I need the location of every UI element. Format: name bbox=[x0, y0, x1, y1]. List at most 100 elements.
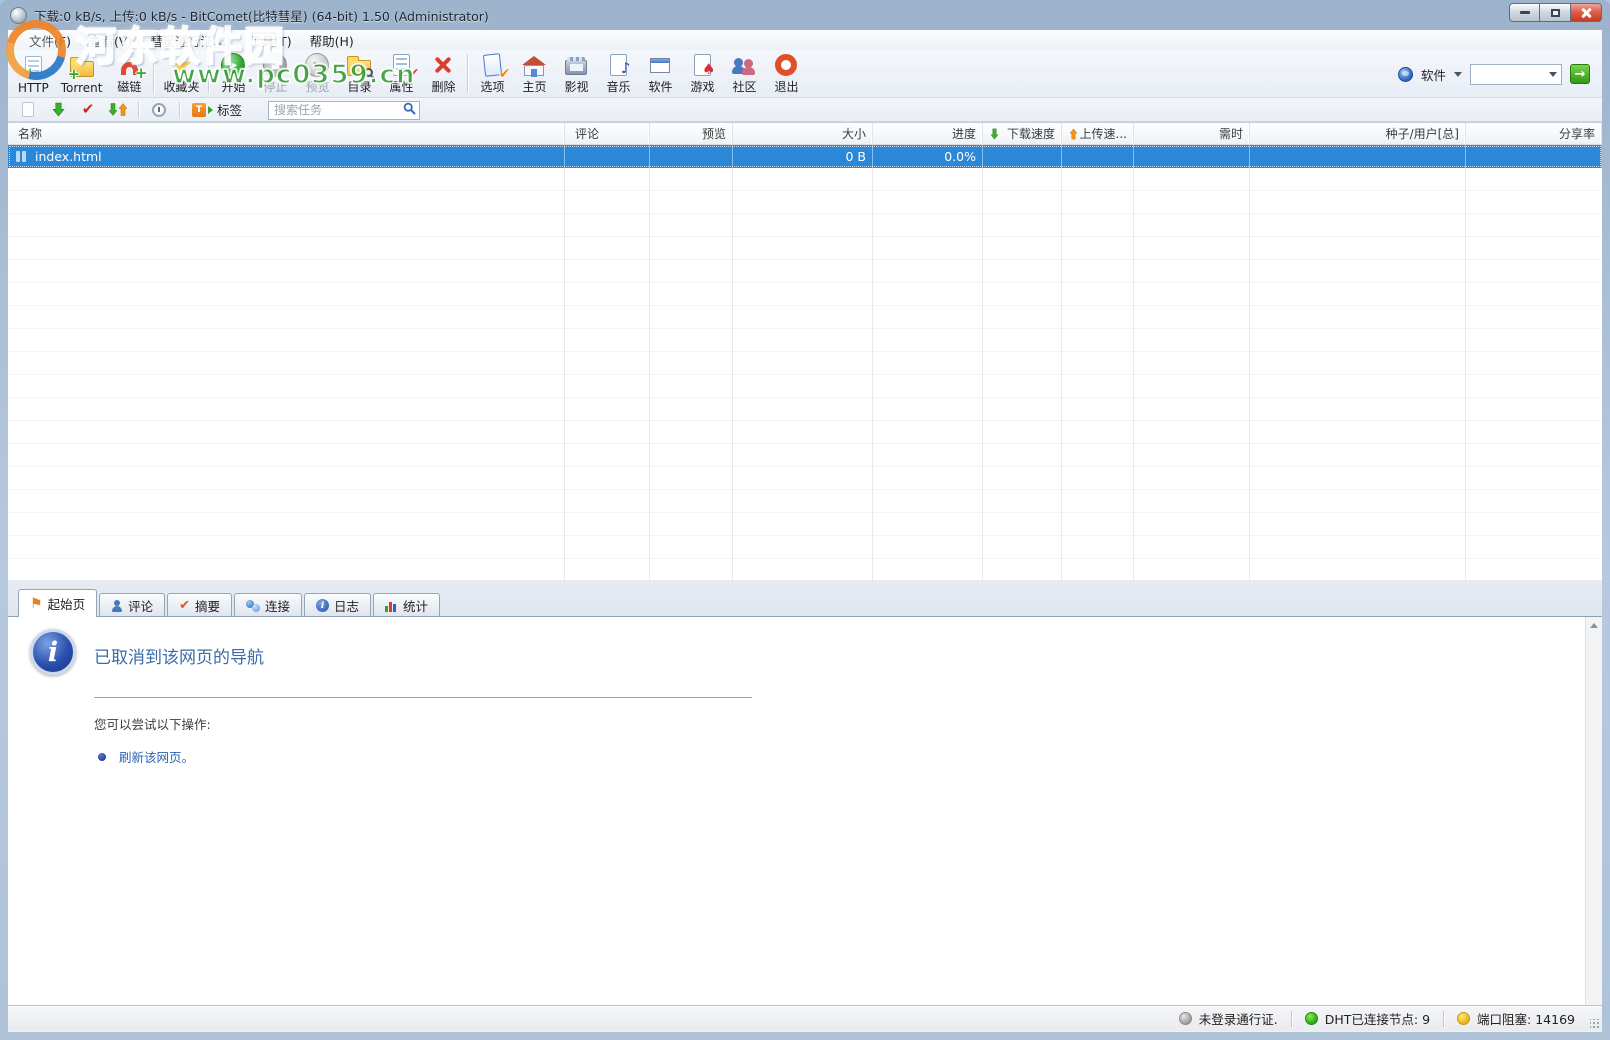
http-task-icon: + bbox=[18, 53, 48, 80]
passport-status: 未登录通行证. bbox=[1166, 1009, 1291, 1028]
scheduler-button[interactable] bbox=[147, 100, 171, 120]
tab-statistics[interactable]: 统计 bbox=[373, 593, 441, 617]
heading-divider bbox=[94, 697, 752, 698]
http-task-button[interactable]: + HTTP bbox=[12, 50, 55, 97]
search-icon[interactable] bbox=[403, 102, 416, 115]
column-header-size[interactable]: 大小 bbox=[733, 123, 873, 144]
music-button[interactable]: ♪ 音乐 bbox=[597, 50, 639, 97]
options-button[interactable]: ✔ 选项 bbox=[471, 50, 513, 97]
chevron-down-icon[interactable] bbox=[1549, 71, 1557, 77]
exit-button[interactable]: 退出 bbox=[765, 50, 807, 97]
stop-button[interactable]: ■ 停止 bbox=[254, 50, 296, 97]
task-progress-cell: 0.0% bbox=[873, 145, 983, 168]
column-header-preview[interactable]: 预览 bbox=[650, 123, 733, 144]
properties-button[interactable]: ✔ 属性 bbox=[380, 50, 422, 97]
bitcomet-window: 下载:0 kB/s, 上传:0 kB/s - BitComet(比特彗星) (6… bbox=[0, 0, 1610, 1040]
task-list: 名称 评论 预览 大小 进度 下载速度 上传速... 需时 种子/用户[总] 分… bbox=[8, 122, 1602, 580]
search-category-selector[interactable]: 软件 bbox=[1421, 65, 1446, 84]
filter-downloading-button[interactable] bbox=[46, 100, 70, 120]
grid-column-line bbox=[1249, 168, 1250, 580]
start-button[interactable]: ▶ 开始 bbox=[212, 50, 254, 97]
window-controls bbox=[1509, 3, 1602, 22]
torrent-task-button[interactable]: + Torrent bbox=[55, 50, 109, 97]
task-row-selected[interactable]: index.html 0 B 0.0% bbox=[8, 145, 1602, 168]
tab-log[interactable]: i 日志 bbox=[304, 593, 372, 617]
open-directory-button[interactable]: 目录 bbox=[338, 50, 380, 97]
minimize-button[interactable] bbox=[1509, 3, 1540, 22]
delete-button[interactable]: 删除 bbox=[422, 50, 464, 97]
close-icon bbox=[1580, 7, 1592, 19]
folder-search-icon bbox=[344, 53, 374, 77]
resize-grip[interactable] bbox=[1590, 1019, 1600, 1029]
column-header-comment[interactable]: 评论 bbox=[565, 123, 650, 144]
port-blocked-icon bbox=[1457, 1012, 1471, 1025]
grid-column-line bbox=[649, 168, 650, 580]
suggestion-text: 您可以尝试以下操作: bbox=[94, 717, 211, 732]
menu-view[interactable]: 查看(V) bbox=[80, 29, 141, 52]
movies-button[interactable]: 影视 bbox=[555, 50, 597, 97]
toolbar-separator bbox=[179, 101, 180, 118]
tag-icon: T bbox=[192, 102, 206, 117]
menu-tools[interactable]: 工具(T) bbox=[240, 29, 300, 52]
refresh-suggestion: 刷新该网页。 bbox=[98, 747, 194, 766]
http-file-icon bbox=[16, 151, 28, 162]
tag-arrow-icon bbox=[208, 105, 213, 114]
bar-chart-icon bbox=[385, 600, 398, 612]
column-header-up-speed[interactable]: 上传速... bbox=[1062, 123, 1134, 144]
column-header-dl-speed[interactable]: 下载速度 bbox=[983, 123, 1062, 144]
magnet-link-button[interactable]: + 磁链 bbox=[108, 50, 150, 97]
community-button[interactable]: 社区 bbox=[723, 50, 765, 97]
status-bar: 未登录通行证. DHT已连接节点: 9 端口阻塞: 14169 bbox=[8, 1005, 1602, 1031]
bitcomet-app-icon bbox=[10, 6, 27, 24]
chevron-down-icon[interactable] bbox=[1454, 71, 1462, 77]
task-seeds-cell bbox=[1250, 145, 1466, 168]
orange-up-arrow-icon bbox=[118, 103, 128, 116]
refresh-page-link[interactable]: 刷新该网页。 bbox=[119, 747, 194, 766]
task-dl-speed-cell bbox=[983, 145, 1062, 168]
column-header-eta[interactable]: 需时 bbox=[1134, 123, 1250, 144]
software-button[interactable]: 软件 bbox=[639, 50, 681, 97]
menu-passport[interactable]: 彗星通行证(C) bbox=[141, 29, 240, 52]
grid-column-line bbox=[732, 168, 733, 580]
preview-button[interactable]: ▶ 预览 bbox=[296, 50, 338, 97]
column-header-name[interactable]: 名称 bbox=[8, 123, 565, 144]
new-task-button[interactable] bbox=[16, 100, 40, 120]
panel-scrollbar[interactable] bbox=[1585, 617, 1602, 1005]
web-search-globe-icon bbox=[1397, 66, 1413, 82]
column-header-share-ratio[interactable]: 分享率 bbox=[1466, 123, 1602, 144]
filter-finished-button[interactable]: ✔ bbox=[76, 100, 100, 120]
flag-icon: ⚑ bbox=[30, 595, 43, 612]
title-bar: 下载:0 kB/s, 上传:0 kB/s - BitComet(比特彗星) (6… bbox=[0, 0, 1610, 30]
person-icon bbox=[111, 599, 123, 612]
restore-button[interactable] bbox=[1540, 3, 1571, 22]
homepage-button[interactable]: 主页 bbox=[513, 50, 555, 97]
toolbar-separator bbox=[467, 54, 469, 93]
people-icon bbox=[729, 53, 759, 77]
task-size-cell: 0 B bbox=[733, 145, 873, 168]
menu-file[interactable]: 文件(F) bbox=[20, 29, 80, 52]
scroll-up-button[interactable] bbox=[1586, 617, 1602, 634]
tab-start-page[interactable]: ⚑ 起始页 bbox=[18, 589, 98, 617]
column-header-seeds[interactable]: 种子/用户[总] bbox=[1250, 123, 1466, 144]
tag-filter-button[interactable]: T 标签 bbox=[188, 100, 246, 119]
start-icon: ▶ bbox=[218, 53, 248, 77]
column-header-progress[interactable]: 进度 bbox=[873, 123, 983, 144]
task-search-box bbox=[268, 99, 421, 120]
navigation-canceled-heading: 已取消到该网页的导航 bbox=[94, 648, 264, 668]
menu-help[interactable]: 帮助(H) bbox=[301, 29, 363, 52]
search-go-button[interactable]: → bbox=[1570, 64, 1590, 84]
filter-all-transfers-button[interactable] bbox=[106, 100, 130, 120]
delete-x-icon bbox=[428, 53, 458, 77]
tab-comments[interactable]: 评论 bbox=[99, 593, 166, 617]
task-share-cell bbox=[1466, 145, 1602, 168]
games-button[interactable]: ♠ 游戏 bbox=[681, 50, 723, 97]
task-search-input[interactable] bbox=[268, 100, 421, 120]
web-search-combobox[interactable] bbox=[1470, 63, 1562, 85]
tab-connections[interactable]: 连接 bbox=[234, 593, 303, 617]
properties-icon: ✔ bbox=[386, 53, 419, 81]
close-button[interactable] bbox=[1571, 3, 1602, 22]
exit-ring-icon bbox=[771, 53, 801, 77]
tab-summary[interactable]: ✔ 摘要 bbox=[167, 593, 233, 617]
favorites-button[interactable]: ★ 收藏夹 bbox=[157, 50, 205, 97]
dht-ok-icon bbox=[1304, 1012, 1318, 1025]
